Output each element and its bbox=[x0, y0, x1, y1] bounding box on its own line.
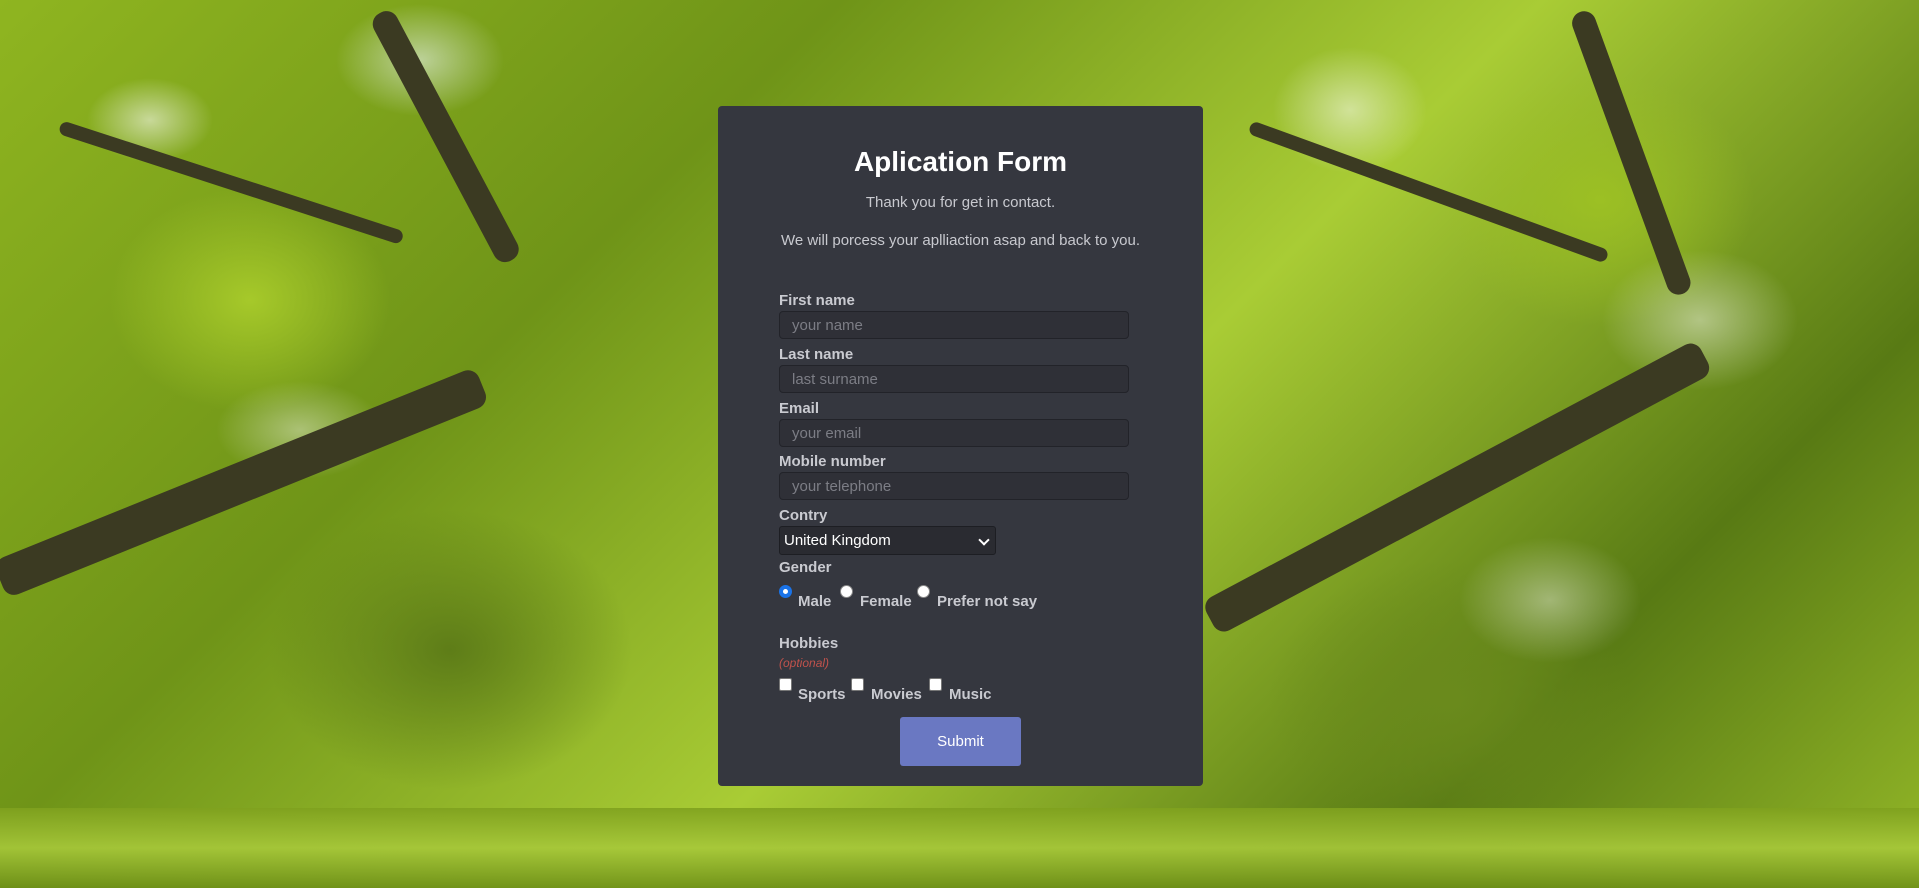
form-subtitle-thanks: Thank you for get in contact. bbox=[865, 194, 1056, 211]
hobby-music-label: Music bbox=[949, 686, 992, 703]
gender-radio-male[interactable] bbox=[779, 585, 792, 598]
last-name-input[interactable] bbox=[779, 365, 1129, 393]
hobby-checkbox-sports[interactable] bbox=[779, 678, 792, 691]
hobbies-optional-note: (optional) bbox=[779, 656, 830, 670]
hobbies-label: Hobbies bbox=[779, 635, 839, 652]
hobby-checkbox-music[interactable] bbox=[929, 678, 942, 691]
hobby-sports-label: Sports bbox=[798, 686, 846, 703]
chevron-down-icon bbox=[978, 534, 990, 546]
gender-option-prefer-not-say-label: Prefer not say bbox=[937, 593, 1038, 610]
first-name-label: First name bbox=[779, 292, 855, 309]
background-strip bbox=[0, 808, 1919, 888]
hobby-checkbox-movies[interactable] bbox=[851, 678, 864, 691]
gender-option-female-label: Female bbox=[860, 593, 912, 610]
form-subtitle-process: We will porcess your aplliaction asap an… bbox=[780, 232, 1141, 249]
country-select[interactable]: United Kingdom bbox=[779, 526, 996, 555]
first-name-input[interactable] bbox=[779, 311, 1129, 339]
gender-radio-female[interactable] bbox=[840, 585, 853, 598]
hobby-movies-label: Movies bbox=[871, 686, 922, 703]
gender-label: Gender bbox=[779, 559, 832, 576]
application-form-card: Aplication Form Thank you for get in con… bbox=[718, 106, 1203, 786]
gender-option-male-label: Male bbox=[798, 593, 832, 610]
email-label: Email bbox=[779, 400, 820, 417]
form-title: Aplication Form bbox=[853, 146, 1068, 177]
mobile-number-input[interactable] bbox=[779, 472, 1129, 500]
mobile-number-label: Mobile number bbox=[779, 453, 886, 470]
gender-radio-prefer-not-say[interactable] bbox=[917, 585, 930, 598]
last-name-label: Last name bbox=[779, 346, 854, 363]
country-selected-value: United Kingdom bbox=[784, 532, 891, 549]
email-input[interactable] bbox=[779, 419, 1129, 447]
country-label: Contry bbox=[779, 507, 828, 524]
submit-button[interactable]: Submit bbox=[900, 717, 1021, 766]
